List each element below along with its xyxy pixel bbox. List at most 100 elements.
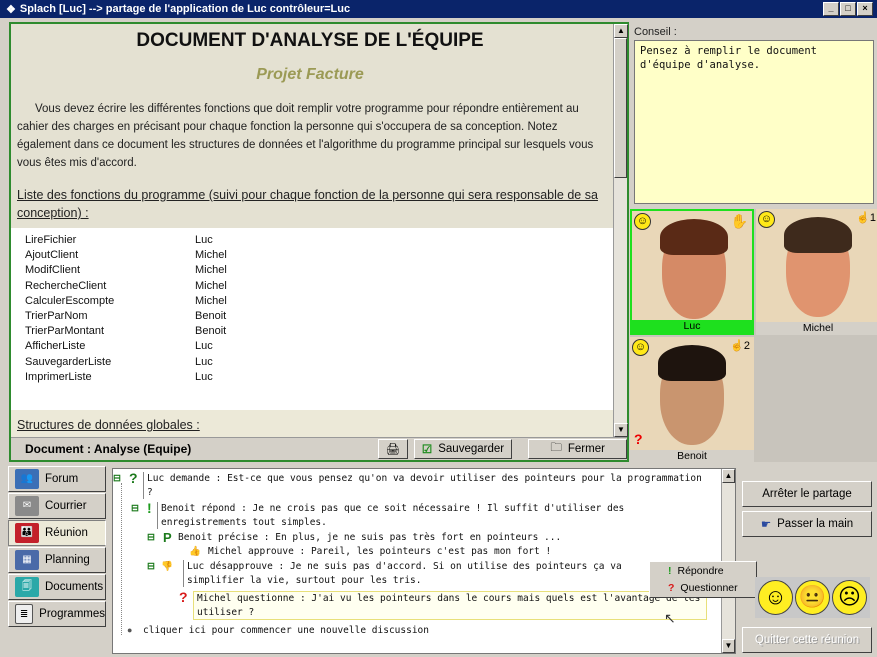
- sidebar-item-planning[interactable]: ▦ Planning: [8, 547, 106, 573]
- exclamation-icon: !: [668, 564, 672, 577]
- participant-tile[interactable]: ☺ ✋ Luc: [630, 209, 754, 335]
- exclamation-icon: !: [147, 500, 152, 516]
- message-text: Michel approuve : Pareil, les pointeurs …: [208, 546, 552, 557]
- title-bar: ❖ Splach [Luc] --> partage de l'applicat…: [0, 0, 877, 18]
- sidebar-item-documents[interactable]: 🗐 Documents: [8, 574, 106, 600]
- participant-hair: [784, 217, 852, 253]
- participant-name: Benoit: [630, 450, 754, 463]
- shared-document-frame: DOCUMENT D'ANALYSE DE L'ÉQUIPE Projet Fa…: [9, 22, 629, 462]
- document-header: DOCUMENT D'ANALYSE DE L'ÉQUIPE Projet Fa…: [11, 24, 613, 228]
- maximize-button[interactable]: □: [840, 2, 856, 16]
- list-item: LireFichier Luc: [25, 234, 599, 249]
- participant-tile[interactable]: ☺ ☝1 Michel: [756, 209, 877, 335]
- mood-selector: ☺ 😐 ☹: [755, 577, 870, 618]
- sidebar-item-label: Planning: [45, 554, 90, 566]
- participant-hair: [660, 219, 728, 255]
- scroll-thumb[interactable]: [614, 38, 627, 178]
- function-owner: Benoit: [195, 325, 227, 338]
- scroll-down-arrow[interactable]: ▼: [722, 639, 735, 653]
- message-text: Benoit précise : En plus, je ne suis pas…: [178, 532, 562, 543]
- participants-grid: ☺ ✋ Luc ☺ ☝1 Michel ☺ ☝2 ? Benoit: [630, 209, 877, 463]
- pass-hand-button[interactable]: ☛ Passer la main: [742, 511, 872, 537]
- bullet-icon: ●: [127, 625, 133, 635]
- sidebar-item-courrier[interactable]: ✉ Courrier: [8, 493, 106, 519]
- happy-smiley-icon[interactable]: ☺: [758, 580, 793, 615]
- function-name: CalculerEscompte: [25, 294, 115, 307]
- message-text: Luc désapprouve : Je ne suis pas d'accor…: [183, 560, 663, 587]
- collapse-icon[interactable]: ⊟: [147, 531, 155, 545]
- function-owner: Luc: [195, 234, 213, 246]
- list-item: SauvegarderListe Luc: [25, 356, 599, 371]
- hand-pointer-icon: ☛: [760, 519, 772, 531]
- printer-icon: 🖨: [385, 444, 401, 456]
- list-item[interactable]: ⊟ ! Benoit répond : Je ne crois pas que …: [131, 500, 691, 529]
- quit-meeting-button[interactable]: Quitter cette réunion: [742, 627, 872, 653]
- collapse-icon[interactable]: ⊟: [113, 472, 121, 486]
- message-text: Luc demande : Est-ce que vous pensez qu'…: [143, 472, 703, 499]
- list-item[interactable]: ? Michel questionne : J'ai vu les pointe…: [179, 590, 707, 620]
- document-content[interactable]: DOCUMENT D'ANALYSE DE L'ÉQUIPE Projet Fa…: [11, 24, 613, 437]
- minimize-button[interactable]: _: [823, 2, 839, 16]
- menu-item-label: Questionner: [680, 581, 738, 594]
- document-scrollbar[interactable]: ▲ ▼: [613, 24, 628, 437]
- function-name: RechercheClient: [25, 279, 107, 292]
- question-icon: ?: [668, 581, 675, 594]
- functions-list: LireFichier Luc AjoutClient Michel ModifCl…: [11, 228, 613, 410]
- precision-icon: P: [163, 530, 172, 545]
- list-item[interactable]: 👍 Michel approuve : Pareil, les pointeur…: [189, 545, 689, 559]
- mood-smiley-icon: ☺: [632, 339, 649, 356]
- close-window-button[interactable]: ×: [857, 2, 873, 16]
- raised-hand-icon: ✋: [730, 213, 748, 229]
- document-intro: Vous devez écrire les différentes foncti…: [17, 103, 594, 169]
- list-item[interactable]: ⊟ 👎 Luc désapprouve : Je ne suis pas d'a…: [147, 560, 707, 587]
- stop-share-button[interactable]: Arrêter le partage: [742, 481, 872, 507]
- function-owner: Michel: [195, 294, 227, 307]
- participant-tile[interactable]: ☺ ☝2 ? Benoit: [630, 337, 754, 463]
- function-name: LireFichier: [25, 234, 77, 246]
- advice-panel: Conseil : Pensez à remplir le document d…: [634, 26, 874, 204]
- document-subtitle: Projet Facture: [256, 66, 364, 83]
- approve-hand-icon: 👍: [189, 546, 201, 557]
- print-button[interactable]: 🖨: [378, 439, 408, 459]
- scroll-up-arrow[interactable]: ▲: [614, 24, 628, 38]
- structures-heading: Structures de données globales :: [17, 418, 200, 432]
- raised-hand-icon: ☝2: [730, 340, 750, 352]
- document-toolbar: Document : Analyse (Equipe) 🖨 ☑ Sauvegar…: [11, 437, 627, 460]
- list-item[interactable]: ⊟ P Benoit précise : En plus, je ne suis…: [147, 531, 687, 545]
- list-item[interactable]: ⊟ ? Luc demande : Est-ce que vous pensez…: [113, 471, 703, 499]
- sidebar-item-label: Forum: [45, 473, 79, 485]
- collapse-icon[interactable]: ⊟: [131, 502, 139, 516]
- hand-order: 2: [743, 340, 750, 352]
- sidebar-item-programmes[interactable]: ≣ Programmes: [8, 601, 106, 627]
- sidebar: 👥 Forum ✉ Courrier 👪 Réunion ▦ Planning …: [8, 466, 106, 657]
- calendar-icon: ▦: [15, 550, 39, 570]
- raised-hand-icon: ☝1: [856, 212, 876, 224]
- document-title: DOCUMENT D'ANALYSE DE L'ÉQUIPE: [136, 30, 484, 51]
- disapprove-hand-icon: 👎: [161, 561, 173, 572]
- scroll-up-arrow[interactable]: ▲: [722, 469, 735, 483]
- function-owner: Michel: [195, 264, 227, 277]
- sidebar-item-forum[interactable]: 👥 Forum: [8, 466, 106, 492]
- list-item: TrierParNom Benoit: [25, 310, 599, 325]
- list-item: AjoutClient Michel: [25, 249, 599, 264]
- menu-item-reply[interactable]: ! Répondre: [650, 562, 756, 579]
- menu-item-label: Répondre: [677, 564, 724, 577]
- documents-icon: 🗐: [15, 577, 39, 597]
- sidebar-item-reunion[interactable]: 👪 Réunion: [8, 520, 106, 546]
- discussion-thread[interactable]: ⊟ ? Luc demande : Est-ce que vous pensez…: [112, 468, 736, 654]
- participant-name: Luc: [632, 320, 752, 333]
- function-owner: Luc: [195, 355, 213, 368]
- close-label: Fermer: [567, 443, 605, 455]
- new-discussion-link[interactable]: ● cliquer ici pour commencer une nouvell…: [127, 624, 627, 638]
- function-owner: Benoit: [195, 309, 227, 322]
- program-icon: ≣: [15, 604, 34, 624]
- scroll-down-arrow[interactable]: ▼: [614, 423, 628, 437]
- menu-item-question[interactable]: ? Questionner: [650, 579, 756, 596]
- neutral-smiley-icon[interactable]: 😐: [795, 580, 830, 615]
- collapse-icon[interactable]: ⊟: [147, 560, 155, 574]
- close-document-button[interactable]: 🗀 Fermer: [528, 439, 627, 459]
- function-name: ModifClient: [25, 264, 81, 277]
- save-button[interactable]: ☑ Sauvegarder: [413, 439, 513, 459]
- sad-smiley-icon[interactable]: ☹: [832, 580, 867, 615]
- question-mark-icon: ?: [634, 431, 643, 447]
